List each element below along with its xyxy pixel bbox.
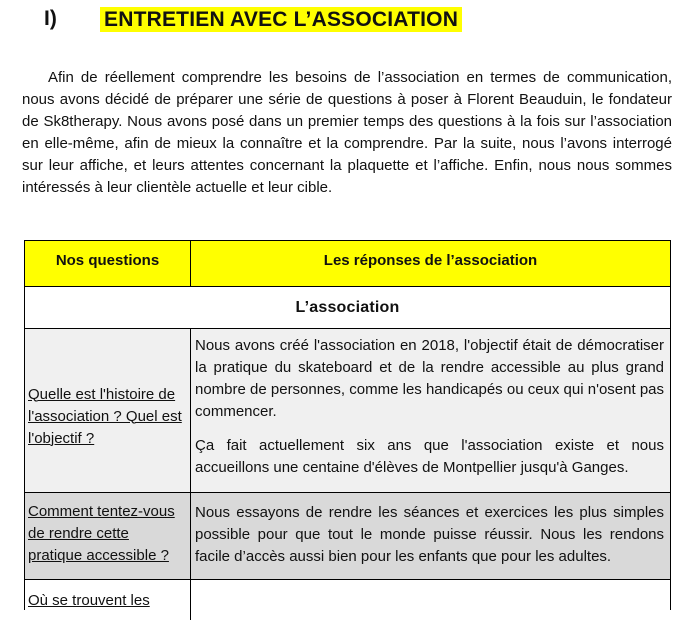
header-answers: Les réponses de l’association [191, 241, 670, 287]
question-text: Quelle est l'histoire de l'association ?… [28, 385, 182, 447]
intro-paragraph: Afin de réellement comprendre les besoin… [22, 69, 672, 196]
table-header-row: Nos questions Les réponses de l’associat… [25, 241, 670, 287]
answer-cell: Nous essayons de rendre les séances et e… [191, 493, 670, 580]
answer-paragraph: Ça fait actuellement six ans que l'assoc… [195, 437, 664, 476]
table-row: Quelle est l'histoire de l'association ?… [25, 329, 670, 493]
answer-paragraph: Nous avons créé l'association en 2018, l… [195, 337, 664, 420]
table-row: Comment tentez-vous de rendre cette prat… [25, 493, 670, 580]
section-heading: I) ENTRETIEN AVEC L’ASSOCIATION [44, 4, 463, 34]
section-title: ENTRETIEN AVEC L’ASSOCIATION [100, 6, 463, 32]
question-cell: Quelle est l'histoire de l'association ?… [25, 329, 191, 493]
interview-table: Nos questions Les réponses de l’associat… [24, 240, 671, 620]
section-number: I) [44, 7, 57, 30]
header-questions: Nos questions [25, 241, 191, 287]
question-cell: Comment tentez-vous de rendre cette prat… [25, 493, 191, 580]
table-row: Où se trouvent les [25, 580, 670, 620]
answer-cell [191, 580, 670, 620]
answer-cell: Nous avons créé l'association en 2018, l… [191, 329, 670, 493]
question-text: Où se trouvent les [28, 592, 150, 609]
question-text: Comment tentez-vous de rendre cette prat… [28, 503, 175, 564]
section-row-association: L’association [25, 287, 670, 329]
answer-paragraph: Nous essayons de rendre les séances et e… [195, 504, 664, 565]
question-cell: Où se trouvent les [25, 580, 191, 620]
